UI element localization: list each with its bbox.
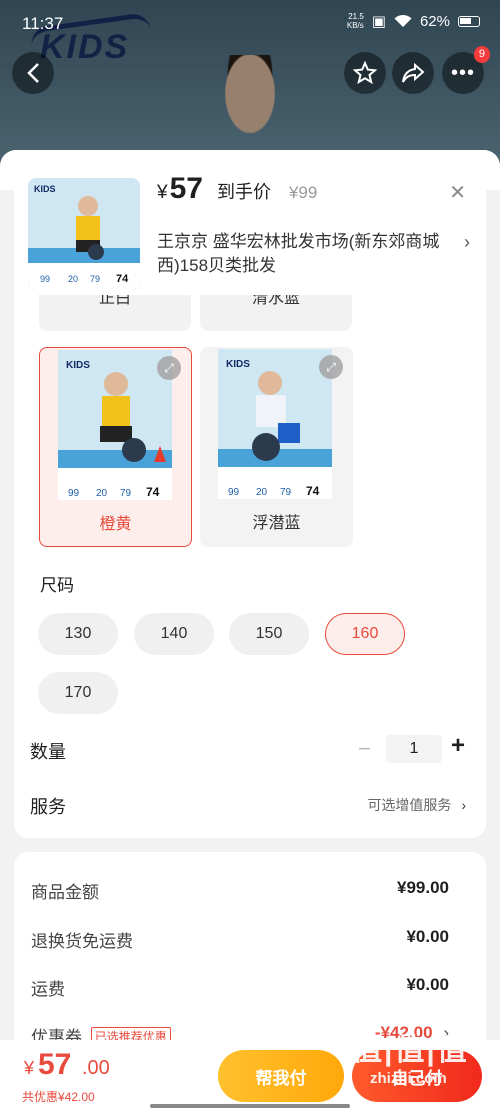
svg-text:20: 20 bbox=[68, 274, 78, 284]
star-icon bbox=[353, 61, 377, 85]
cost-row-shipping: 运费 ¥0.00 bbox=[31, 975, 449, 999]
size-option-170[interactable]: 170 bbox=[38, 672, 118, 714]
price-summary: ¥ 57 到手价 ¥99 bbox=[157, 172, 317, 206]
more-dots-icon: ••• bbox=[450, 61, 475, 84]
shop-name[interactable]: 王京京 盛华宏林批发市场(新东郊商城西)158贝类批发 bbox=[157, 230, 457, 278]
service-label: 服务 bbox=[30, 797, 66, 817]
service-selector[interactable]: 可选增值服务 › bbox=[367, 795, 466, 815]
svg-text:79: 79 bbox=[90, 274, 100, 284]
battery-percent: 62% bbox=[419, 12, 450, 30]
svg-text:74: 74 bbox=[116, 273, 129, 285]
size-option-140[interactable]: 140 bbox=[134, 613, 214, 655]
svg-text:99: 99 bbox=[228, 487, 240, 498]
svg-text:20: 20 bbox=[256, 487, 268, 498]
share-button[interactable] bbox=[392, 52, 434, 94]
service-value: 可选增值服务 bbox=[367, 797, 452, 813]
quantity-decrease-button[interactable]: − bbox=[358, 736, 371, 762]
svg-text:KIDS: KIDS bbox=[66, 360, 90, 371]
quantity-input[interactable]: 1 bbox=[386, 735, 442, 763]
final-price: 57 bbox=[169, 172, 203, 205]
network-speed: 21.5 KB/s bbox=[346, 12, 364, 30]
size-option-150[interactable]: 150 bbox=[229, 613, 309, 655]
expand-icon[interactable]: ⤢ bbox=[319, 355, 343, 379]
expand-icon[interactable]: ⤢ bbox=[157, 356, 181, 380]
nfc-icon: ▣ bbox=[371, 13, 386, 30]
size-option-130[interactable]: 130 bbox=[38, 613, 118, 655]
chevron-right-icon[interactable]: › bbox=[464, 232, 470, 253]
wifi-icon bbox=[394, 14, 412, 27]
product-thumbnail-image: KIDS 99 20 79 74 bbox=[28, 178, 140, 290]
status-icons: 21.5 KB/s ▣ 62% bbox=[347, 12, 480, 30]
watermark-url: zhizhi.com bbox=[370, 1070, 447, 1087]
total-price-decimal: .00 bbox=[82, 1057, 110, 1079]
original-price: ¥99 bbox=[288, 183, 318, 202]
svg-text:79: 79 bbox=[280, 487, 292, 498]
battery-icon bbox=[458, 15, 480, 27]
chevron-left-icon bbox=[27, 63, 39, 83]
total-discount: 共优惠¥42.00 bbox=[22, 1090, 95, 1104]
favorite-button[interactable] bbox=[344, 52, 386, 94]
svg-text:KIDS: KIDS bbox=[34, 184, 56, 194]
svg-text:99: 99 bbox=[68, 488, 80, 499]
more-button[interactable]: ••• 9 bbox=[442, 46, 490, 94]
status-time: 11:37 bbox=[22, 14, 64, 33]
cost-row-return-shipping: 退换货免运费 ¥0.00 bbox=[31, 927, 449, 951]
svg-text:74: 74 bbox=[306, 484, 320, 498]
color-option-orange[interactable]: KIDS 99 20 79 74 ⤢ 橙黄 bbox=[39, 347, 192, 547]
svg-text:99: 99 bbox=[40, 274, 50, 284]
back-button[interactable] bbox=[12, 52, 54, 94]
quantity-label: 数量 bbox=[30, 742, 66, 762]
color-option-partial[interactable]: 清水蓝 bbox=[200, 295, 352, 331]
help-me-pay-button[interactable]: 帮我付 bbox=[218, 1050, 344, 1102]
status-bar: 11:37 21.5 KB/s ▣ 62% bbox=[0, 0, 500, 46]
total-currency: ¥ bbox=[24, 1058, 35, 1078]
final-price-label: 到手价 bbox=[216, 182, 271, 202]
color-option-label: 浮潜蓝 bbox=[252, 515, 301, 532]
color-swatch-image: KIDS 99 20 79 74 bbox=[58, 350, 172, 500]
svg-text:79: 79 bbox=[120, 488, 132, 499]
product-thumbnail[interactable]: KIDS 99 20 79 74 bbox=[28, 178, 140, 290]
home-indicator[interactable] bbox=[150, 1104, 350, 1108]
size-section-title: 尺码 bbox=[40, 576, 74, 595]
svg-text:KIDS: KIDS bbox=[226, 359, 250, 370]
size-option-160[interactable]: 160 bbox=[325, 613, 405, 655]
close-button[interactable]: ✕ bbox=[449, 180, 466, 205]
message-badge: 9 bbox=[473, 46, 490, 63]
color-option-partial[interactable]: 正白 bbox=[39, 295, 191, 331]
svg-text:74: 74 bbox=[146, 485, 160, 499]
color-swatch-image: KIDS 99 20 79 74 bbox=[218, 349, 332, 499]
share-icon bbox=[402, 62, 425, 83]
sku-selector-sheet: KIDS 99 20 79 74 ¥ 57 到手价 ¥99 ✕ 王京京 盛华宏林… bbox=[0, 150, 500, 1111]
total-price: 57 bbox=[38, 1048, 72, 1081]
cost-row-goods: 商品金额 ¥99.00 bbox=[31, 878, 449, 902]
quantity-increase-button[interactable]: + bbox=[451, 732, 465, 760]
chevron-right-icon: › bbox=[461, 797, 466, 813]
close-icon: ✕ bbox=[449, 182, 466, 204]
color-option-blue[interactable]: KIDS 99 20 79 74 ⤢ 浮潜蓝 bbox=[200, 347, 353, 547]
currency-symbol: ¥ bbox=[157, 182, 168, 203]
watermark-logo: 值|值|值 bbox=[352, 1034, 469, 1067]
svg-text:20: 20 bbox=[96, 488, 108, 499]
color-option-label: 橙黄 bbox=[99, 516, 132, 533]
